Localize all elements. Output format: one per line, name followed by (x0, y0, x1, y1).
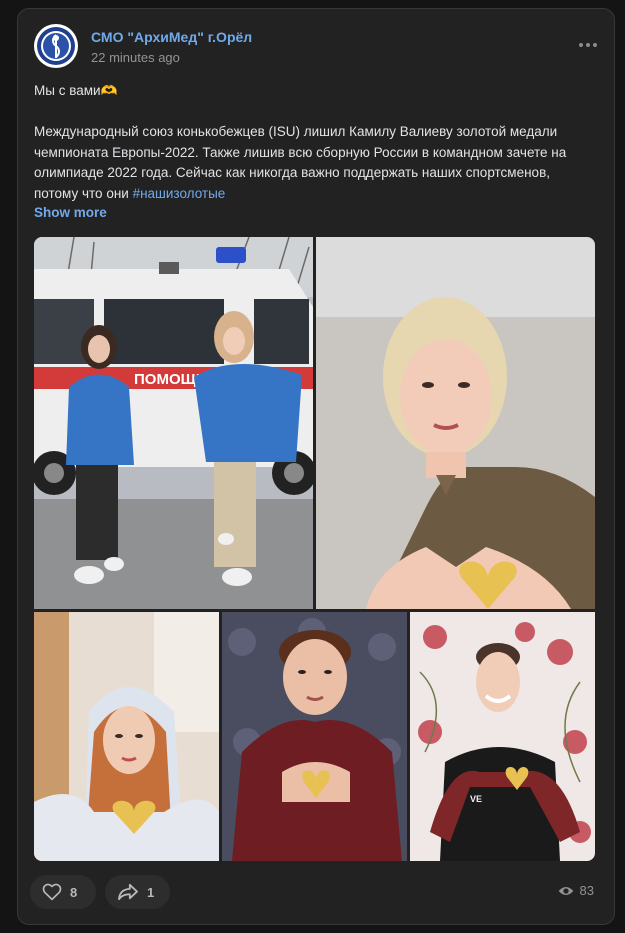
shirt-text: VE (470, 794, 482, 804)
post-text-body: Международный союз конькобежцев (ISU) ли… (34, 122, 589, 204)
like-count: 8 (70, 884, 78, 900)
views-counter: 83 (558, 883, 594, 898)
like-button[interactable]: 8 (30, 875, 96, 909)
post-photo-4[interactable] (222, 612, 407, 861)
group-logo-icon (37, 27, 75, 65)
post-photo-3[interactable] (34, 612, 219, 861)
eye-icon (558, 886, 573, 895)
hashtag-link[interactable]: #нашизолотые (133, 186, 226, 201)
share-arrow-icon (118, 883, 138, 901)
show-more-button[interactable]: Show more (34, 205, 107, 220)
post-body-text: Международный союз конькобежцев (ISU) ли… (34, 124, 567, 201)
post-text-line1: Мы с вами🫶 (34, 83, 118, 98)
post-timestamp[interactable]: 22 minutes ago (91, 50, 180, 65)
group-avatar[interactable] (34, 24, 78, 68)
share-count: 1 (147, 884, 155, 900)
heart-icon (42, 883, 62, 901)
post-card: СМО "АрхиМед" г.Орёл 22 minutes ago Мы с… (17, 8, 615, 925)
group-name-link[interactable]: СМО "АрхиМед" г.Орёл (91, 29, 252, 45)
views-count: 83 (579, 883, 594, 898)
post-photo-5[interactable]: VE (410, 612, 595, 861)
post-photo-2[interactable] (316, 237, 595, 609)
more-horizontal-icon (579, 43, 583, 47)
post-photo-1[interactable]: ПОМОЩЬ (34, 237, 313, 609)
share-button[interactable]: 1 (105, 875, 170, 909)
more-options-button[interactable] (576, 37, 600, 53)
post-text: Мы с вами🫶 Международный союз конькобежц… (34, 81, 589, 204)
